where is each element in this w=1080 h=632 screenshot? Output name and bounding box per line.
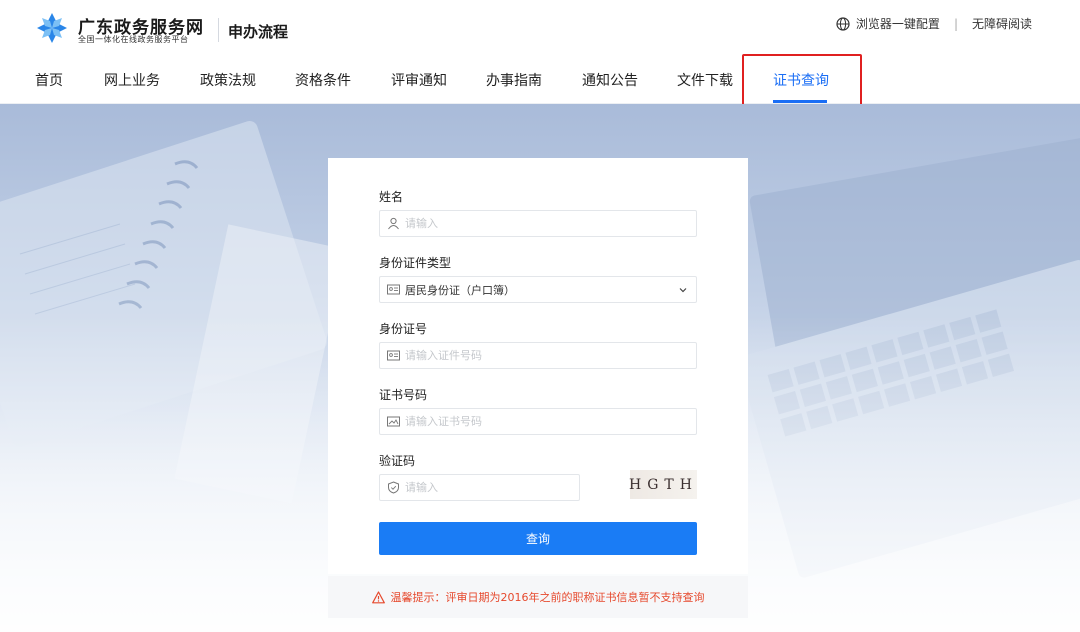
globe-icon xyxy=(836,16,850,31)
id-number-input[interactable] xyxy=(405,349,696,362)
query-button[interactable]: 查询 xyxy=(379,522,697,555)
name-field[interactable] xyxy=(379,210,697,237)
notice-banner: 温馨提示：评审日期为2016年之前的职称证书信息暂不支持查询 xyxy=(328,576,748,618)
id-number-field[interactable] xyxy=(379,342,697,369)
accessibility-link[interactable]: 无障碍阅读 xyxy=(972,15,1032,32)
captcha-field[interactable] xyxy=(379,474,580,501)
captcha-image[interactable]: HGTH xyxy=(629,470,697,499)
cert-number-field[interactable] xyxy=(379,408,697,435)
nav-item-announcements[interactable]: 通知公告 xyxy=(582,70,638,90)
logo-icon xyxy=(37,13,67,43)
id-number-label: 身份证号 xyxy=(379,322,428,336)
nav-item-qualifications[interactable]: 资格条件 xyxy=(295,70,351,90)
logo-divider xyxy=(218,18,219,42)
captcha-input[interactable] xyxy=(405,481,579,494)
cert-number-label: 证书号码 xyxy=(379,388,428,402)
section-title: 申办流程 xyxy=(228,23,289,41)
id-card-icon xyxy=(387,350,400,361)
id-type-select[interactable]: 居民身份证（户口簿） xyxy=(379,276,697,303)
nav-item-online-business[interactable]: 网上业务 xyxy=(104,70,160,90)
main-nav: 首页 网上业务 政策法规 资格条件 评审通知 办事指南 通知公告 文件下载 证书… xyxy=(0,64,1080,104)
site-header: 广东政务服务网 全国一体化在线政务服务平台 申办流程 浏览器一键配置 | 无障碍… xyxy=(0,0,1080,104)
nav-item-downloads[interactable]: 文件下载 xyxy=(677,70,733,90)
id-type-label: 身份证件类型 xyxy=(379,256,452,270)
browser-config-link[interactable]: 浏览器一键配置 xyxy=(856,15,940,32)
name-label: 姓名 xyxy=(379,190,404,204)
top-utility-links: 浏览器一键配置 | 无障碍阅读 xyxy=(836,15,1032,32)
certificate-query-form: 姓名 身份证件类型 居民身份证（户口簿） 身份证号 证书号码 xyxy=(328,158,748,574)
captcha-label: 验证码 xyxy=(379,454,416,468)
user-icon xyxy=(388,217,399,230)
warning-icon xyxy=(371,590,385,603)
name-input[interactable] xyxy=(405,217,696,230)
nav-item-guide[interactable]: 办事指南 xyxy=(486,70,542,90)
top-separator: | xyxy=(953,16,958,31)
red-highlight-box xyxy=(742,54,862,111)
nav-item-review-notice[interactable]: 评审通知 xyxy=(391,70,447,90)
cert-number-input[interactable] xyxy=(405,415,696,428)
id-type-value: 居民身份证（户口簿） xyxy=(405,283,515,297)
logo-subtitle: 全国一体化在线政务服务平台 xyxy=(78,35,189,44)
certificate-icon xyxy=(387,416,400,427)
notice-text: 温馨提示：评审日期为2016年之前的职称证书信息暂不支持查询 xyxy=(390,591,705,604)
nav-item-policies[interactable]: 政策法规 xyxy=(200,70,256,90)
nav-item-home[interactable]: 首页 xyxy=(35,70,63,90)
id-card-icon xyxy=(387,284,400,295)
chevron-down-icon xyxy=(679,287,687,292)
shield-icon xyxy=(388,481,399,494)
